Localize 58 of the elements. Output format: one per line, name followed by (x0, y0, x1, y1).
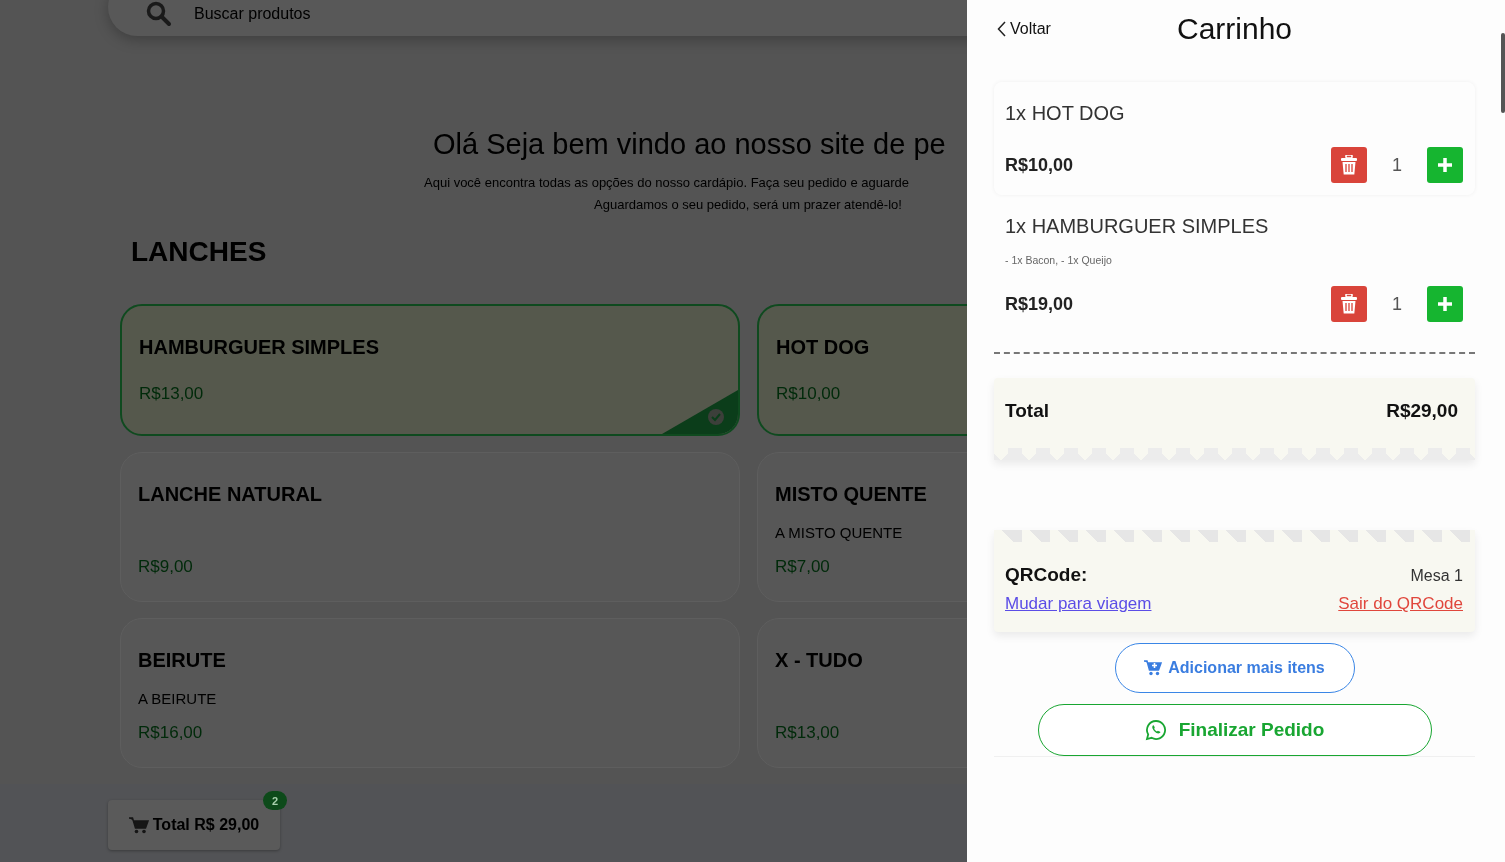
search-icon (146, 1, 172, 27)
trash-icon (1341, 294, 1357, 314)
add-button[interactable] (1427, 286, 1463, 322)
product-name: MISTO QUENTE (775, 483, 928, 506)
product-price: R$13,00 (775, 723, 841, 743)
table-label: Mesa 1 (1410, 567, 1463, 585)
product-description: A MISTO QUENTE (775, 524, 904, 541)
product-price: R$10,00 (776, 384, 842, 404)
product-name: X - TUDO (775, 649, 864, 672)
product-card[interactable]: BEIRUTE A BEIRUTE R$16,00 (120, 618, 740, 768)
cart-title: Carrinho (1176, 12, 1293, 45)
product-card[interactable]: LANCHE NATURAL R$9,00 (120, 452, 740, 602)
cart-plus-icon (1144, 660, 1163, 676)
chevron-left-icon (997, 21, 1006, 37)
product-price: R$13,00 (139, 384, 205, 404)
chat-phone-icon (1144, 719, 1167, 741)
intro-text: Aqui você encontra todas as opções do nosso cardápio. Faça seu pedido e aguarde (424, 175, 910, 190)
cart-item-extras: - 1x Bacon, - 1x Queijo (1005, 254, 1113, 266)
product-card[interactable]: HOT DOG R$10,00 (757, 304, 967, 436)
product-card[interactable]: MISTO QUENTE A MISTO QUENTE R$7,00 (757, 452, 967, 602)
product-price: R$9,00 (138, 557, 194, 577)
product-card[interactable]: HAMBURGUER SIMPLES R$13,00 (120, 304, 740, 436)
finish-order-button[interactable]: Finalizar Pedido (1037, 704, 1432, 756)
qrcode-label: QRCode: (1005, 564, 1088, 586)
product-description: A BEIRUTE (138, 690, 218, 707)
trash-icon (1341, 155, 1357, 175)
product-name: LANCHE NATURAL (138, 483, 324, 506)
welcome-heading: Olá Seja bem vindo ao nosso site de pe (433, 128, 947, 161)
cart-item-name: 1x HOT DOG (1005, 102, 1126, 125)
product-name: BEIRUTE (138, 649, 227, 672)
plus-icon (1437, 157, 1453, 173)
total-label: Total (1005, 400, 1049, 422)
cart-item-price: R$10,00 (1005, 154, 1075, 176)
back-button[interactable]: Voltar (994, 20, 1051, 38)
cart-item-name: 1x HAMBURGUER SIMPLES (1005, 215, 1270, 238)
delete-button[interactable] (1331, 147, 1367, 183)
switch-to-takeaway-link[interactable]: Mudar para viagem (1005, 594, 1152, 614)
total-value: R$29,00 (1386, 400, 1458, 422)
plus-icon (1437, 296, 1453, 312)
section-heading: LANCHES (131, 236, 268, 268)
product-price: R$16,00 (138, 723, 204, 743)
product-name: HOT DOG (776, 336, 871, 359)
exit-qrcode-link[interactable]: Sair do QRCode (1338, 594, 1463, 614)
cart-count-badge: 2 (263, 791, 287, 810)
quantity-value: 1 (1391, 293, 1403, 315)
product-name: HAMBURGUER SIMPLES (139, 336, 380, 359)
add-more-items-button[interactable]: Adicionar mais itens (1114, 643, 1355, 693)
check-corner-icon (662, 390, 738, 434)
intro-text: Aguardamos o seu pedido, será um prazer atendê-lo! (593, 197, 903, 212)
product-card[interactable]: X - TUDO R$13,00 (757, 618, 967, 768)
cart-item-price: R$19,00 (1005, 293, 1075, 315)
product-price: R$7,00 (775, 557, 831, 577)
scrollbar[interactable] (1501, 33, 1505, 113)
quantity-value: 1 (1391, 154, 1403, 176)
search-input[interactable]: Buscar produtos (194, 5, 494, 23)
delete-button[interactable] (1331, 286, 1367, 322)
add-button[interactable] (1427, 147, 1463, 183)
cart-icon (128, 816, 149, 834)
